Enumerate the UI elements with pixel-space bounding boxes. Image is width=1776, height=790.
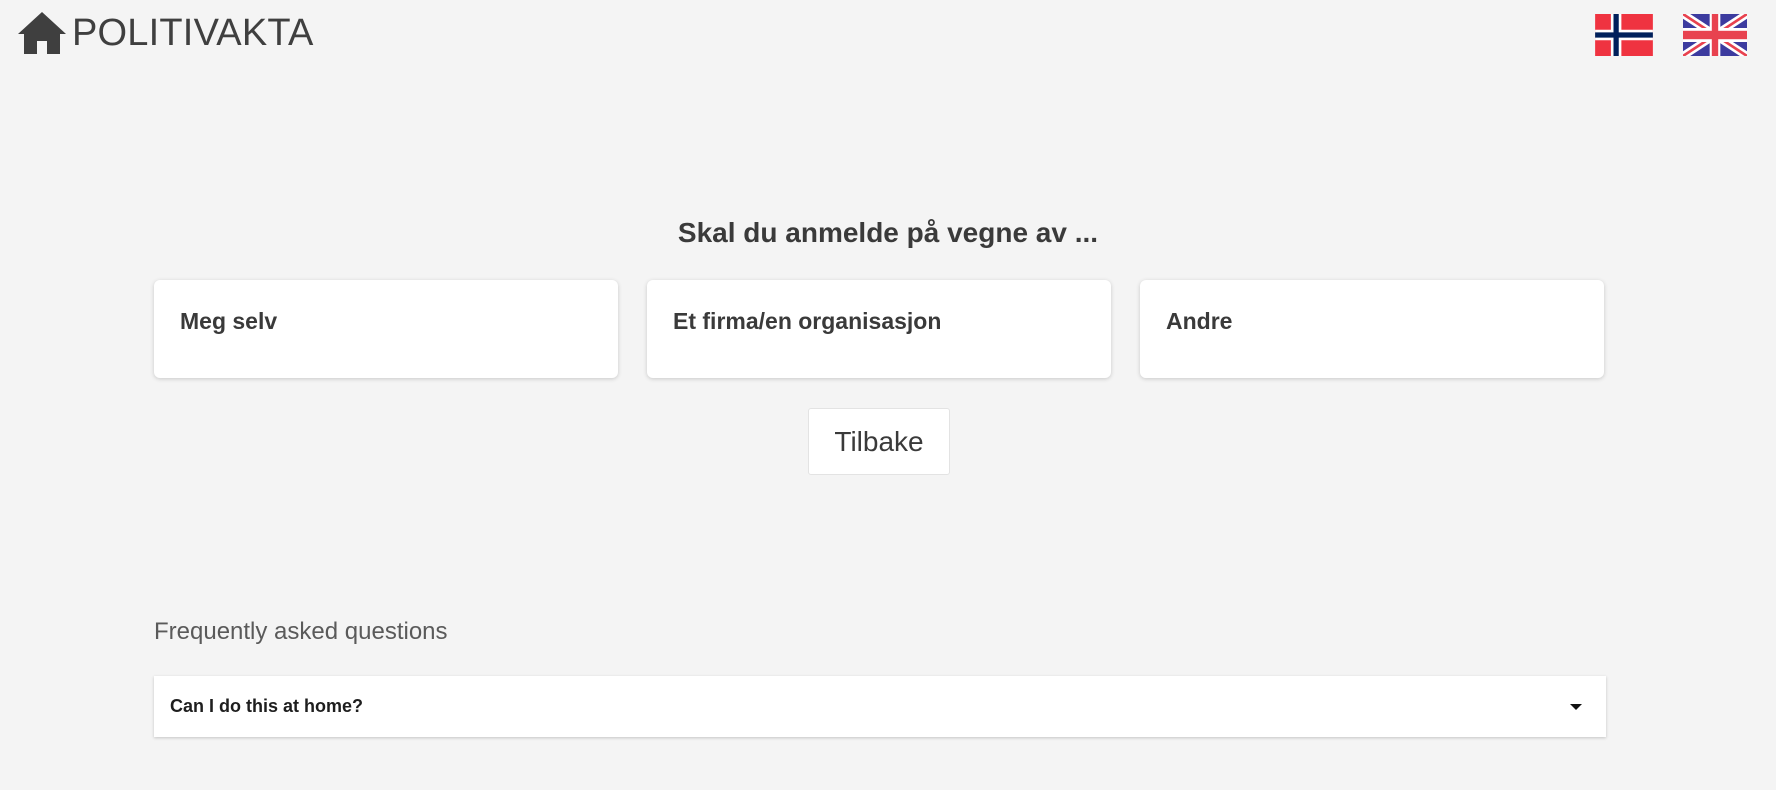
- option-card-organization[interactable]: Et firma/en organisasjon: [647, 280, 1111, 378]
- option-label: Meg selv: [180, 308, 278, 334]
- question-heading: Skal du anmelde på vegne av ...: [677, 217, 1099, 248]
- caret-down-icon: [1570, 703, 1582, 710]
- option-label: Andre: [1166, 308, 1233, 334]
- home-link[interactable]: POLITIVAKTA: [16, 10, 314, 56]
- faq-question: Can I do this at home?: [170, 696, 364, 716]
- faq-item[interactable]: Can I do this at home?: [154, 676, 1606, 737]
- option-card-self[interactable]: Meg selv: [154, 280, 618, 378]
- option-card-others[interactable]: Andre: [1140, 280, 1604, 378]
- back-button[interactable]: Tilbake: [808, 408, 950, 475]
- faq-title: Frequently asked questions: [154, 618, 448, 645]
- home-icon: [18, 12, 66, 54]
- option-label: Et firma/en organisasjon: [673, 308, 942, 334]
- uk-flag-icon[interactable]: [1683, 14, 1747, 56]
- norway-flag-icon[interactable]: [1592, 14, 1656, 56]
- brand-name: POLITIVAKTA: [72, 12, 314, 54]
